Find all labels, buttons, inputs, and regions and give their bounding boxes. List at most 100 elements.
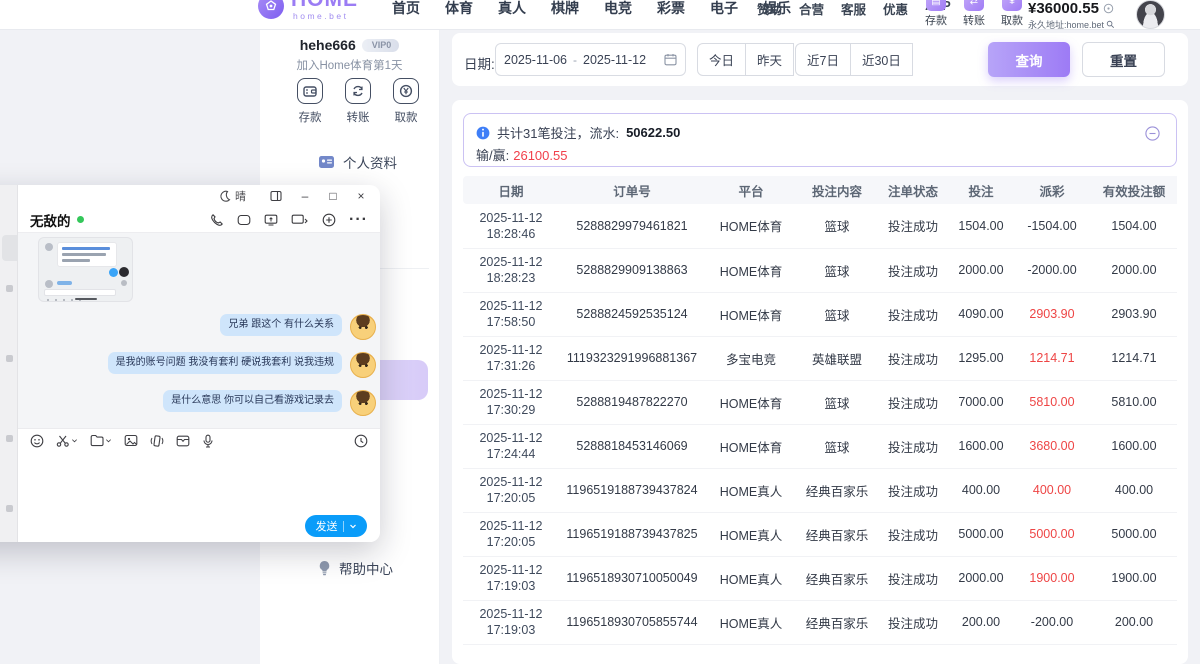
nav-deposit-button[interactable]: ▤ 存款 bbox=[916, 0, 956, 28]
bet-content: 经典百家乐 bbox=[797, 556, 877, 600]
column-header: 日期 bbox=[463, 176, 559, 204]
sidebar-item-profile[interactable]: 个人资料 bbox=[318, 152, 397, 172]
nav-link[interactable]: 客服 bbox=[841, 0, 866, 18]
table-row: 2025-11-1217:19:03 1196518930705855744 H… bbox=[463, 600, 1177, 644]
file-folder-icon[interactable] bbox=[90, 434, 112, 447]
nav-withdraw-button[interactable]: ¥ 取款 bbox=[992, 0, 1032, 28]
contact-name[interactable]: 无敌的 bbox=[30, 210, 71, 230]
emoji-icon[interactable] bbox=[30, 434, 44, 448]
send-image-icon[interactable] bbox=[124, 434, 138, 447]
bet-content: 英雄联盟 bbox=[797, 336, 877, 380]
magnifier-icon[interactable] bbox=[1106, 20, 1115, 29]
home-logo-icon[interactable] bbox=[258, 0, 284, 19]
nav-menu-item[interactable]: 棋牌 bbox=[551, 0, 579, 18]
payout-amount: 5000.00 bbox=[1013, 512, 1091, 556]
payout-amount: 3680.00 bbox=[1013, 424, 1091, 468]
bet-amount: 1600.00 bbox=[949, 424, 1013, 468]
message-box-icon[interactable] bbox=[176, 435, 190, 447]
self-avatar[interactable] bbox=[350, 390, 376, 416]
conversation-list-strip[interactable] bbox=[0, 185, 18, 542]
screenshot-scissors-icon[interactable] bbox=[56, 434, 78, 448]
nav-menu-item[interactable]: 首页 bbox=[392, 0, 420, 18]
order-number: 1196518930710050049 bbox=[559, 556, 705, 600]
summary-banner: 共计31笔投注，流水: 50622.50 输/赢:26100.55 bbox=[463, 113, 1177, 167]
sidebar-transfer-button[interactable]: 转账 bbox=[336, 78, 380, 125]
chat-text-input[interactable] bbox=[18, 452, 380, 510]
deposit-icon: ▤ bbox=[926, 0, 946, 11]
collapse-icon[interactable] bbox=[1145, 126, 1160, 141]
nav-menu-item[interactable]: 彩票 bbox=[657, 0, 685, 18]
transfer-circular-icon bbox=[345, 78, 371, 104]
screen-share-icon[interactable] bbox=[264, 213, 278, 227]
chat-send-row: 发送 bbox=[18, 510, 380, 542]
window-shake-icon[interactable] bbox=[150, 434, 164, 448]
self-avatar[interactable] bbox=[350, 352, 376, 378]
message-bubble: 兄弟 跟这个 有什么关系 bbox=[220, 314, 342, 336]
message-bubble: 是什么意思 你可以自己看游戏记录去 bbox=[163, 390, 342, 412]
date-label: 日期: bbox=[464, 53, 495, 73]
nav-link[interactable]: 赞助 bbox=[757, 0, 782, 18]
image-message-thumbnail[interactable] bbox=[38, 237, 133, 302]
plus-circle-icon[interactable] bbox=[322, 213, 336, 227]
quick-range-button[interactable]: 近30日 bbox=[851, 43, 913, 76]
chat-titlebar: 晴 – □ × bbox=[18, 185, 380, 207]
nav-menu-item[interactable]: 电竞 bbox=[604, 0, 632, 18]
sidebar-item-help[interactable]: 帮助中心 bbox=[318, 558, 393, 578]
bet-amount: 1295.00 bbox=[949, 336, 1013, 380]
payout-amount: 2903.90 bbox=[1013, 292, 1091, 336]
minimize-icon[interactable]: – bbox=[298, 189, 312, 203]
video-chat-icon[interactable] bbox=[237, 213, 251, 227]
sidebar-deposit-button[interactable]: 存款 bbox=[288, 78, 332, 125]
order-number: 1196519188739437824 bbox=[559, 468, 705, 512]
remote-device-icon[interactable] bbox=[291, 213, 309, 227]
user-avatar[interactable] bbox=[1136, 0, 1165, 29]
query-button[interactable]: 查询 bbox=[988, 42, 1070, 77]
maximize-icon[interactable]: □ bbox=[326, 189, 340, 203]
nav-menu-item[interactable]: 体育 bbox=[445, 0, 473, 18]
chat-history-icon[interactable] bbox=[354, 434, 368, 448]
nav-menu-item[interactable]: 真人 bbox=[498, 0, 526, 18]
platform: HOME体育 bbox=[705, 292, 797, 336]
quick-range-button[interactable]: 今日 bbox=[697, 43, 746, 76]
bet-amount: 5000.00 bbox=[949, 512, 1013, 556]
valid-amount: 1504.00 bbox=[1091, 204, 1177, 248]
table-row: 2025-11-1217:24:44 5288818453146069 HOME… bbox=[463, 424, 1177, 468]
nav-link[interactable]: 优惠 bbox=[883, 0, 908, 18]
balance-amount: ¥36000.55 bbox=[1028, 0, 1099, 17]
bet-status: 投注成功 bbox=[877, 600, 949, 644]
reset-button[interactable]: 重置 bbox=[1082, 42, 1165, 77]
chat-message-area: 兄弟 跟这个 有什么关系 是我的账号问题 我没有套利 硬说我套利 说我违规 是什… bbox=[18, 233, 380, 428]
table-row: 2025-11-1218:28:23 5288829909138863 HOME… bbox=[463, 248, 1177, 292]
platform: HOME体育 bbox=[705, 248, 797, 292]
date-to-value: 2025-11-12 bbox=[583, 53, 646, 67]
quick-range-button[interactable]: 近7日 bbox=[795, 43, 851, 76]
sidebar-withdraw-button[interactable]: 取款 bbox=[384, 78, 428, 125]
moon-icon bbox=[219, 190, 231, 202]
yen-coin-icon bbox=[393, 78, 419, 104]
bet-content: 篮球 bbox=[797, 424, 877, 468]
nav-transfer-button[interactable]: ⇄ 转账 bbox=[954, 0, 994, 28]
valid-amount: 2903.90 bbox=[1091, 292, 1177, 336]
nav-menu-item[interactable]: 电子 bbox=[710, 0, 738, 18]
outgoing-message: 兄弟 跟这个 有什么关系 bbox=[220, 314, 376, 340]
platform: HOME真人 bbox=[705, 512, 797, 556]
close-icon[interactable]: × bbox=[354, 189, 368, 203]
refresh-balance-icon[interactable] bbox=[1103, 3, 1114, 14]
voice-message-icon[interactable] bbox=[202, 434, 214, 448]
date-range-input[interactable]: 2025-11-06 - 2025-11-12 bbox=[495, 43, 686, 76]
nav-link[interactable]: 合营 bbox=[799, 0, 824, 18]
platform: HOME真人 bbox=[705, 600, 797, 644]
more-options-icon[interactable]: ··· bbox=[349, 211, 368, 229]
voice-call-icon[interactable] bbox=[210, 213, 224, 227]
self-avatar[interactable] bbox=[350, 314, 376, 340]
send-button[interactable]: 发送 bbox=[305, 515, 367, 537]
vip-badge: VIP0 bbox=[362, 39, 400, 52]
order-number: 5288829979461821 bbox=[559, 204, 705, 248]
date-from-value: 2025-11-06 bbox=[504, 53, 567, 67]
table-row: 2025-11-1217:19:03 1196518930710050049 H… bbox=[463, 556, 1177, 600]
panel-toggle-icon[interactable] bbox=[270, 190, 284, 202]
sidebar-username: hehe666 bbox=[300, 37, 356, 53]
weather-indicator: 晴 bbox=[219, 188, 246, 204]
platform: HOME体育 bbox=[705, 380, 797, 424]
quick-range-button[interactable]: 昨天 bbox=[746, 43, 794, 76]
